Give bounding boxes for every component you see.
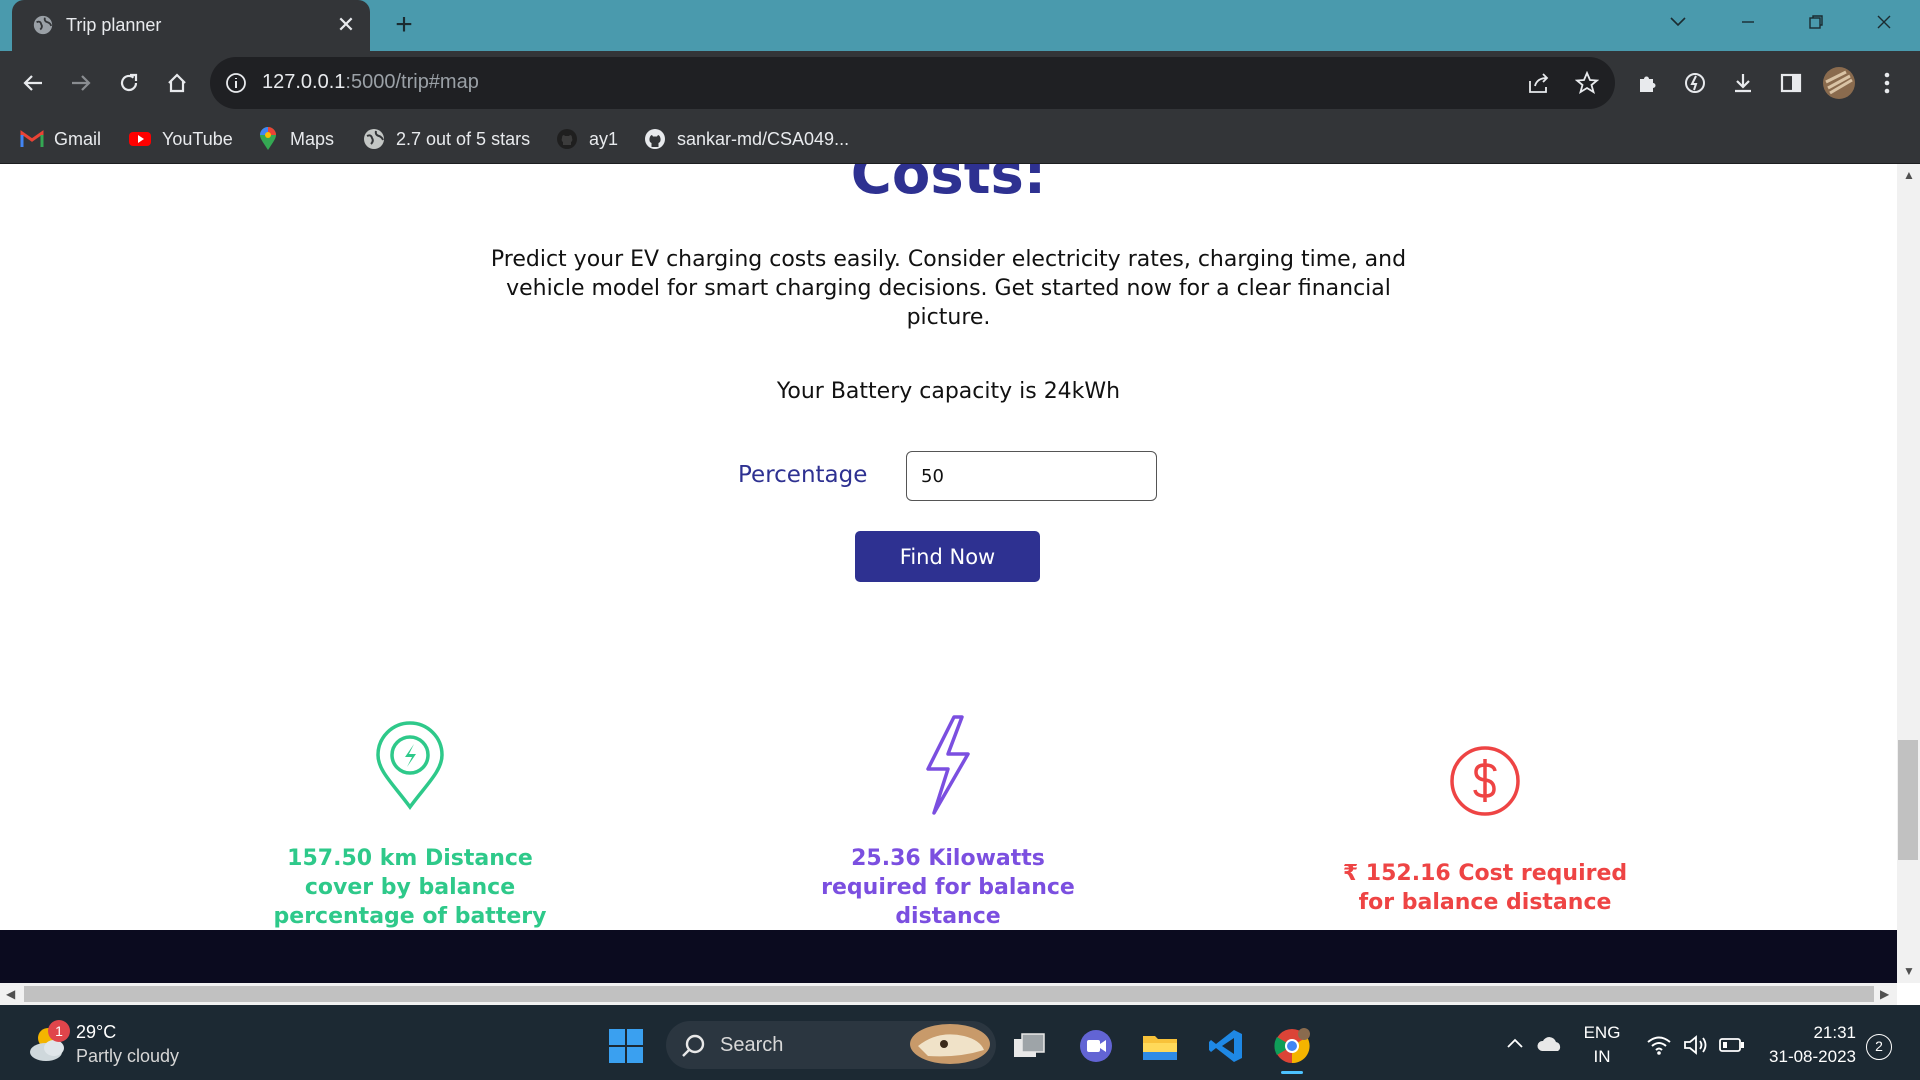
scroll-left-icon[interactable]: ◀	[6, 987, 15, 1001]
vertical-scroll-thumb[interactable]	[1898, 740, 1918, 860]
file-explorer-icon[interactable]	[1138, 1024, 1182, 1068]
bookmark-ay1[interactable]: ay1	[555, 126, 618, 152]
onedrive-icon[interactable]	[1536, 1034, 1564, 1054]
bookmark-sankar[interactable]: sankar-md/CSA049...	[643, 126, 849, 152]
close-window-icon[interactable]	[1862, 8, 1906, 36]
teams-chat-icon[interactable]	[1074, 1024, 1118, 1068]
active-app-indicator	[1281, 1071, 1303, 1074]
performance-icon[interactable]	[1676, 64, 1714, 102]
bookmark-label: sankar-md/CSA049...	[677, 128, 850, 149]
chrome-icon[interactable]	[1270, 1024, 1314, 1068]
find-now-button[interactable]: Find Now	[855, 531, 1040, 582]
page-heading: Costs:	[850, 164, 1047, 207]
cost-stat: ₹ 152.16 Cost required for balance dista…	[1342, 861, 1628, 915]
github-icon	[643, 127, 667, 151]
task-view-icon[interactable]	[1008, 1024, 1052, 1068]
weather-temperature[interactable]: 29°C	[76, 1022, 116, 1043]
side-panel-icon[interactable]	[1772, 64, 1810, 102]
download-icon[interactable]	[1724, 64, 1762, 102]
close-tab-icon[interactable]: ✕	[334, 13, 358, 37]
percentage-input[interactable]	[906, 451, 1157, 501]
clock-time[interactable]: 21:31	[1760, 1023, 1856, 1043]
youtube-icon	[128, 127, 152, 151]
page-viewport: Costs: Predict your EV charging costs ea…	[0, 164, 1897, 930]
url-host: 127.0.0.1	[262, 71, 346, 93]
percentage-label: Percentage	[738, 462, 868, 488]
tray-chevron-up-icon[interactable]	[1505, 1036, 1525, 1050]
tab-trip-planner[interactable]: Trip planner ✕	[12, 0, 370, 51]
reload-icon[interactable]	[110, 64, 148, 102]
start-windows-icon[interactable]	[604, 1024, 648, 1068]
tab-strip: Trip planner ✕ +	[0, 0, 1920, 51]
kilowatts-stat: 25.36 Kilowatts required for balance dis…	[821, 846, 1075, 929]
lightning-icon	[926, 715, 970, 815]
home-icon[interactable]	[158, 64, 196, 102]
address-bar[interactable]: 127.0.0.1:5000/trip#map	[210, 57, 1615, 109]
bookmark-stars[interactable]: 2.7 out of 5 stars	[362, 126, 530, 152]
restore-icon[interactable]	[1794, 8, 1838, 36]
browser-toolbar: 127.0.0.1:5000/trip#map	[0, 51, 1920, 114]
bookmark-label: Maps	[290, 128, 335, 149]
url-text[interactable]: 127.0.0.1:5000/trip#map	[262, 71, 479, 94]
scroll-down-icon[interactable]: ▼	[1903, 964, 1915, 978]
tab-search-chevron-icon[interactable]	[1656, 8, 1700, 36]
menu-kebab-icon[interactable]	[1868, 64, 1906, 102]
horizontal-scroll-thumb[interactable]	[24, 986, 1874, 1002]
gmail-icon	[20, 127, 44, 151]
dollar-circle-icon	[1450, 746, 1520, 816]
bookmark-label: YouTube	[162, 128, 233, 149]
battery-icon[interactable]	[1718, 1036, 1746, 1054]
page-footer	[0, 930, 1897, 983]
globe-icon	[362, 127, 386, 151]
share-icon[interactable]	[1520, 64, 1558, 102]
distance-stat: 157.50 km Distance cover by balance perc…	[273, 846, 547, 929]
volume-icon[interactable]	[1683, 1034, 1709, 1056]
notification-count[interactable]: 2	[1866, 1034, 1892, 1060]
url-path: :5000/trip#map	[345, 71, 479, 93]
bookmark-maps[interactable]: Maps	[256, 126, 334, 152]
wifi-icon[interactable]	[1646, 1034, 1672, 1056]
charging-pin-icon	[376, 721, 444, 810]
language-indicator-bottom[interactable]: IN	[1580, 1047, 1624, 1067]
bookmark-star-icon[interactable]	[1568, 64, 1606, 102]
bookmark-label: 2.7 out of 5 stars	[396, 128, 531, 149]
page-description: Predict your EV charging costs easily. C…	[490, 247, 1407, 330]
maps-icon	[256, 127, 280, 151]
bookmark-label: Gmail	[54, 128, 102, 149]
minimize-icon[interactable]	[1726, 8, 1770, 36]
forward-icon[interactable]	[62, 64, 100, 102]
bookmark-youtube[interactable]: YouTube	[128, 126, 233, 152]
globe-icon	[33, 15, 53, 35]
vertical-scrollbar[interactable]	[1897, 164, 1920, 983]
weather-badge: 1	[48, 1020, 70, 1042]
scroll-right-icon[interactable]: ▶	[1880, 987, 1889, 1001]
back-icon[interactable]	[14, 64, 52, 102]
extensions-icon[interactable]	[1628, 64, 1666, 102]
tab-title: Trip planner	[66, 15, 162, 35]
search-highlight-image	[910, 1024, 990, 1064]
vscode-icon[interactable]	[1204, 1024, 1248, 1068]
new-tab-button[interactable]: +	[389, 10, 419, 40]
weather-description[interactable]: Partly cloudy	[76, 1046, 179, 1067]
scroll-up-icon[interactable]: ▲	[1903, 168, 1915, 182]
bookmarks-bar: Gmail YouTube Maps 2.7 out of 5 stars ay…	[0, 114, 1920, 164]
site-info-icon[interactable]	[224, 71, 248, 95]
bookmark-label: ay1	[589, 128, 619, 149]
battery-capacity-text: Your Battery capacity is 24kWh	[776, 379, 1121, 404]
github-icon	[555, 127, 579, 151]
search-placeholder: Search	[720, 1034, 784, 1056]
search-icon	[682, 1034, 705, 1057]
clock-date[interactable]: 31-08-2023	[1750, 1047, 1856, 1067]
bookmark-gmail[interactable]: Gmail	[20, 126, 101, 152]
profile-avatar[interactable]	[1820, 64, 1858, 102]
language-indicator-top[interactable]: ENG	[1580, 1023, 1624, 1043]
